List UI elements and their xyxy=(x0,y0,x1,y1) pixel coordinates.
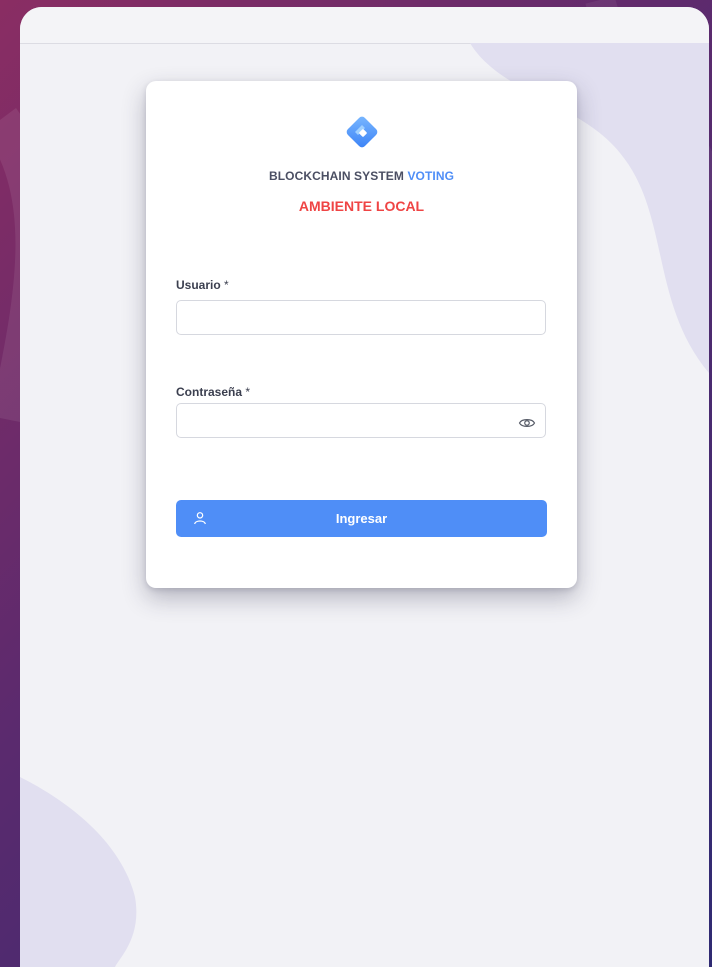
password-label-text: Contraseña xyxy=(176,385,243,399)
brand-title: BLOCKCHAIN SYSTEM VOTING xyxy=(146,169,577,183)
username-required-mark: * xyxy=(224,278,229,292)
top-bar xyxy=(20,7,709,44)
eye-icon[interactable] xyxy=(518,414,536,432)
password-required-mark: * xyxy=(245,385,251,399)
brand-title-accent: VOTING xyxy=(407,169,455,183)
password-input[interactable] xyxy=(176,403,546,438)
login-card: BLOCKCHAIN SYSTEM VOTING AMBIENTE LOCAL … xyxy=(146,81,577,588)
browser-window: BLOCKCHAIN SYSTEM VOTING AMBIENTE LOCAL … xyxy=(20,7,709,967)
login-submit-label: Ingresar xyxy=(335,511,388,526)
environment-label: AMBIENTE LOCAL xyxy=(298,198,425,214)
username-label-text: Usuario xyxy=(176,278,221,292)
login-submit-button[interactable]: Ingresar xyxy=(176,500,547,537)
brand-title-main: BLOCKCHAIN SYSTEM xyxy=(268,169,404,183)
diamond-logo-icon xyxy=(346,116,378,148)
username-label: Usuario * xyxy=(176,278,229,292)
username-input[interactable] xyxy=(176,300,546,335)
password-label: Contraseña * xyxy=(176,385,250,399)
background-blob-bottom-left xyxy=(20,777,137,967)
